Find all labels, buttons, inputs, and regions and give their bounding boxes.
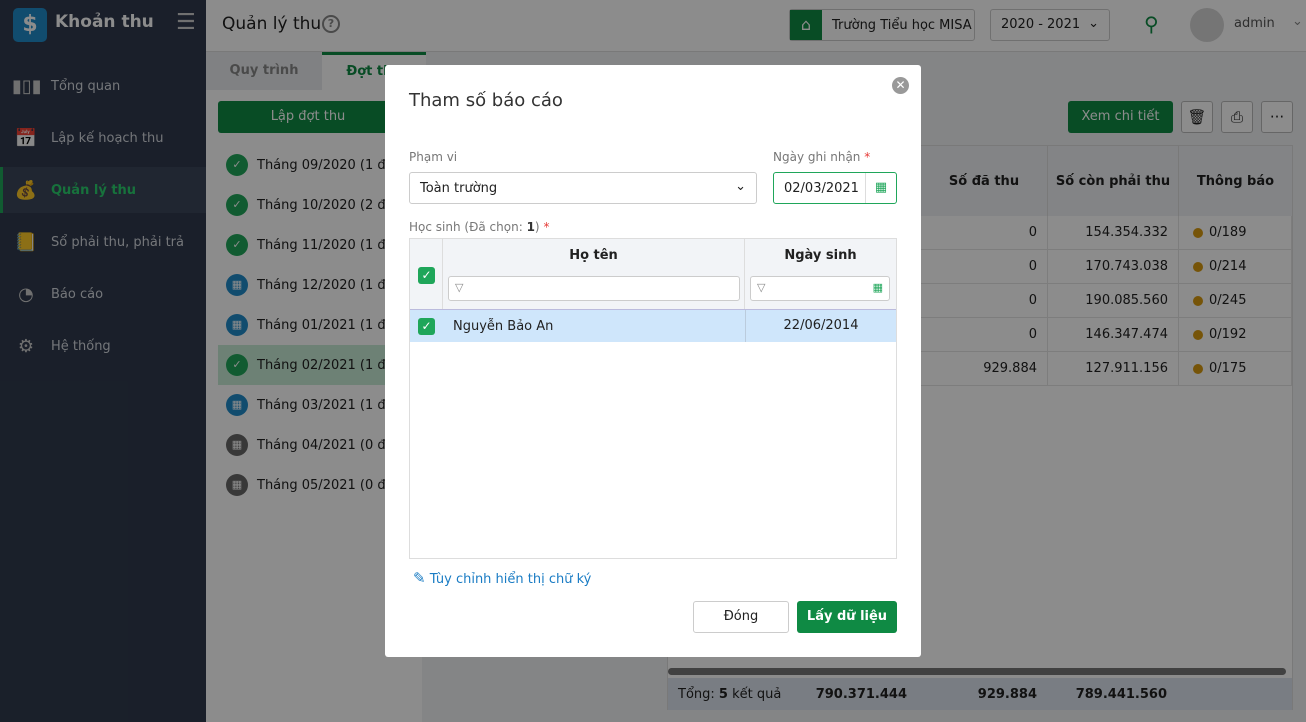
date-label: Ngày ghi nhận * xyxy=(773,150,871,164)
chevron-down-icon: ⌄ xyxy=(735,179,746,194)
scope-label: Phạm vi xyxy=(409,150,458,164)
pencil-icon: ✎ xyxy=(413,569,426,587)
report-params-dialog: Tham số báo cáo ✕ Phạm vi Toàn trường ⌄ N… xyxy=(385,65,921,657)
date-value: 02/03/2021 xyxy=(784,181,859,196)
scope-select[interactable]: Toàn trường ⌄ xyxy=(409,172,757,204)
name-column-header: Họ tên ▽ xyxy=(443,239,745,309)
table-row[interactable]: ✓ Nguyễn Bảo An 22/06/2014 xyxy=(410,309,896,342)
filter-icon: ▽ xyxy=(455,281,464,294)
dob-column-header: Ngày sinh ▽ ▦ xyxy=(745,239,896,309)
students-label: Học sinh (Đã chọn: 1) * xyxy=(409,220,550,234)
name-filter-input[interactable]: ▽ xyxy=(448,276,740,301)
select-all-cell: ✓ xyxy=(410,239,443,309)
calendar-icon[interactable]: ▦ xyxy=(865,173,896,203)
student-name: Nguyễn Bảo An xyxy=(453,319,554,334)
record-date-input[interactable]: 02/03/2021 ▦ xyxy=(773,172,897,204)
dialog-title: Tham số báo cáo xyxy=(409,90,563,111)
close-icon[interactable]: ✕ xyxy=(892,77,909,94)
filter-icon: ▽ xyxy=(757,281,766,294)
student-dob: 22/06/2014 xyxy=(745,310,896,342)
customize-signature-link[interactable]: ✎ Tùy chỉnh hiển thị chữ ký xyxy=(413,569,591,587)
row-checkbox[interactable]: ✓ xyxy=(418,318,435,335)
close-button[interactable]: Đóng xyxy=(693,601,789,633)
scope-value: Toàn trường xyxy=(420,181,498,196)
dob-filter-input[interactable]: ▽ ▦ xyxy=(750,276,890,301)
get-data-button[interactable]: Lấy dữ liệu xyxy=(797,601,897,633)
calendar-icon[interactable]: ▦ xyxy=(873,281,883,294)
students-grid: ✓ Họ tên ▽ Ngày sinh ▽ ▦ ✓ Nguyễn Bảo An 22… xyxy=(409,238,897,559)
select-all-checkbox[interactable]: ✓ xyxy=(418,267,435,284)
